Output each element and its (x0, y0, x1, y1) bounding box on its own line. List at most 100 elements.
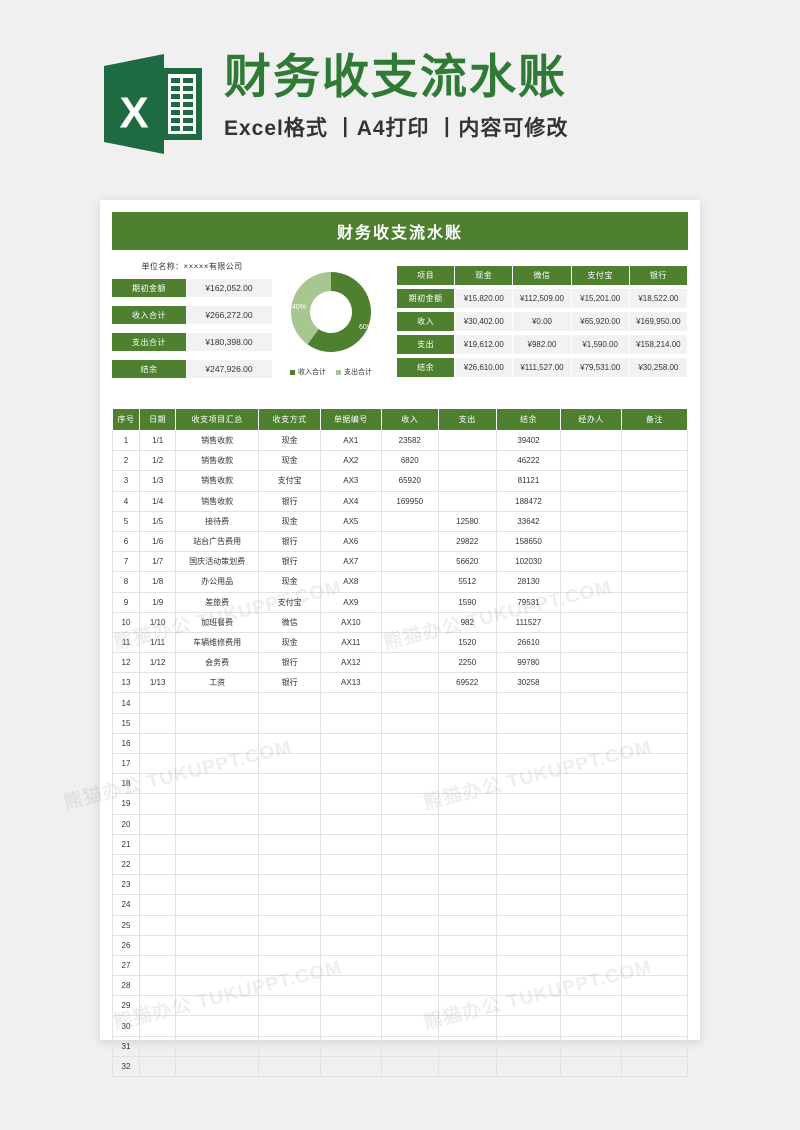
ledger-cell[interactable]: 23582 (380, 429, 439, 452)
ledger-cell[interactable]: 1520 (438, 631, 497, 654)
ledger-cell[interactable]: 17 (111, 752, 141, 775)
ledger-cell[interactable] (380, 813, 439, 835)
ledger-cell[interactable] (258, 894, 322, 916)
table-row[interactable]: 4 1/4 销售收款 银行 AX4 169950 188472 (111, 490, 689, 512)
ledger-cell[interactable] (438, 914, 497, 936)
ledger-cell[interactable] (438, 773, 497, 795)
ledger-cell[interactable] (175, 995, 260, 1017)
ledger-cell[interactable] (560, 752, 622, 775)
ledger-cell[interactable] (380, 611, 439, 633)
ledger-cell[interactable] (258, 1055, 322, 1078)
ledger-cell[interactable] (139, 732, 177, 755)
ledger-cell[interactable] (620, 1055, 689, 1078)
ledger-cell[interactable] (320, 995, 382, 1017)
ledger-cell[interactable] (495, 712, 562, 734)
ledger-cell[interactable]: 9 (111, 591, 141, 613)
ledger-cell[interactable] (495, 833, 562, 855)
ledger-cell[interactable] (438, 429, 497, 452)
ledger-cell[interactable]: 6 (111, 530, 141, 553)
ledger-cell[interactable]: 现金 (258, 429, 322, 452)
ledger-cell[interactable] (380, 732, 439, 755)
table-row[interactable]: 13 1/13 工资 银行 AX13 69522 30258 (111, 672, 689, 694)
ledger-cell[interactable]: 65920 (380, 470, 439, 492)
ledger-cell[interactable] (380, 934, 439, 956)
ledger-cell[interactable] (560, 914, 622, 936)
ledger-cell[interactable] (620, 934, 689, 956)
ledger-cell[interactable]: 支付宝 (258, 591, 322, 613)
table-row[interactable]: 10 1/10 加班餐费 微信 AX10 982 111527 (111, 611, 689, 633)
ledger-cell[interactable] (438, 712, 497, 734)
ledger-cell[interactable] (380, 773, 439, 795)
ledger-cell[interactable] (620, 490, 689, 512)
ledger-cell[interactable] (139, 975, 177, 997)
ledger-cell[interactable]: 21 (111, 833, 141, 855)
ledger-cell[interactable]: AX13 (320, 672, 382, 694)
ledger-cell[interactable] (139, 894, 177, 916)
ledger-cell[interactable]: 30258 (495, 672, 562, 694)
ledger-cell[interactable] (320, 752, 382, 775)
ledger-cell[interactable]: 29 (111, 995, 141, 1017)
ledger-cell[interactable] (139, 773, 177, 795)
table-row[interactable]: 26 (111, 934, 689, 956)
ledger-cell[interactable] (560, 813, 622, 835)
ledger-cell[interactable]: 26 (111, 934, 141, 956)
ledger-cell[interactable]: 银行 (258, 672, 322, 694)
ledger-cell[interactable]: 69522 (438, 672, 497, 694)
ledger-cell[interactable] (620, 692, 689, 714)
ledger-cell[interactable] (258, 853, 322, 876)
ledger-cell[interactable]: 1/6 (139, 530, 177, 553)
table-row[interactable]: 3 1/3 销售收款 支付宝 AX3 65920 81121 (111, 470, 689, 492)
ledger-cell[interactable] (620, 954, 689, 977)
ledger-cell[interactable] (495, 914, 562, 936)
ledger-cell[interactable] (320, 894, 382, 916)
ledger-cell[interactable]: 8 (111, 571, 141, 593)
ledger-cell[interactable] (320, 914, 382, 936)
ledger-cell[interactable]: 加班餐费 (175, 611, 260, 633)
ledger-cell[interactable]: AX12 (320, 652, 382, 674)
ledger-cell[interactable] (258, 833, 322, 855)
ledger-cell[interactable]: 22 (111, 853, 141, 876)
ledger-cell[interactable]: 办公用品 (175, 571, 260, 593)
ledger-cell[interactable] (620, 631, 689, 654)
ledger-cell[interactable] (380, 894, 439, 916)
table-row[interactable]: 15 (111, 712, 689, 734)
table-row[interactable]: 11 1/11 车辆维修费用 现金 AX11 1520 26610 (111, 631, 689, 654)
ledger-cell[interactable]: AX3 (320, 470, 382, 492)
ledger-cell[interactable]: 33642 (495, 510, 562, 532)
ledger-cell[interactable] (438, 692, 497, 714)
ledger-cell[interactable]: 30 (111, 1015, 141, 1037)
ledger-cell[interactable] (495, 773, 562, 795)
ledger-cell[interactable] (380, 874, 439, 896)
ledger-cell[interactable] (175, 1055, 260, 1078)
ledger-cell[interactable] (620, 429, 689, 452)
ledger-cell[interactable]: 32 (111, 1055, 141, 1078)
ledger-cell[interactable] (380, 672, 439, 694)
ledger-cell[interactable] (258, 712, 322, 734)
ledger-cell[interactable]: 28130 (495, 571, 562, 593)
ledger-cell[interactable]: 56620 (438, 551, 497, 573)
table-row[interactable]: 21 (111, 833, 689, 855)
ledger-cell[interactable]: 工资 (175, 672, 260, 694)
ledger-cell[interactable] (560, 490, 622, 512)
ledger-cell[interactable] (438, 490, 497, 512)
ledger-cell[interactable]: 1/1 (139, 429, 177, 452)
table-row[interactable]: 16 (111, 732, 689, 755)
ledger-cell[interactable] (175, 975, 260, 997)
ledger-cell[interactable] (175, 752, 260, 775)
table-row[interactable]: 22 (111, 853, 689, 876)
ledger-cell[interactable] (438, 752, 497, 775)
ledger-cell[interactable]: 10 (111, 611, 141, 633)
ledger-cell[interactable] (495, 995, 562, 1017)
ledger-cell[interactable]: 46222 (495, 450, 562, 472)
ledger-cell[interactable] (380, 510, 439, 532)
ledger-cell[interactable] (175, 1035, 260, 1057)
ledger-cell[interactable] (175, 853, 260, 876)
ledger-cell[interactable]: 1/4 (139, 490, 177, 512)
ledger-cell[interactable] (438, 894, 497, 916)
ledger-cell[interactable] (495, 1035, 562, 1057)
ledger-cell[interactable]: 79531 (495, 591, 562, 613)
ledger-cell[interactable] (495, 752, 562, 775)
ledger-cell[interactable] (495, 1015, 562, 1037)
ledger-cell[interactable] (560, 470, 622, 492)
ledger-cell[interactable] (320, 813, 382, 835)
